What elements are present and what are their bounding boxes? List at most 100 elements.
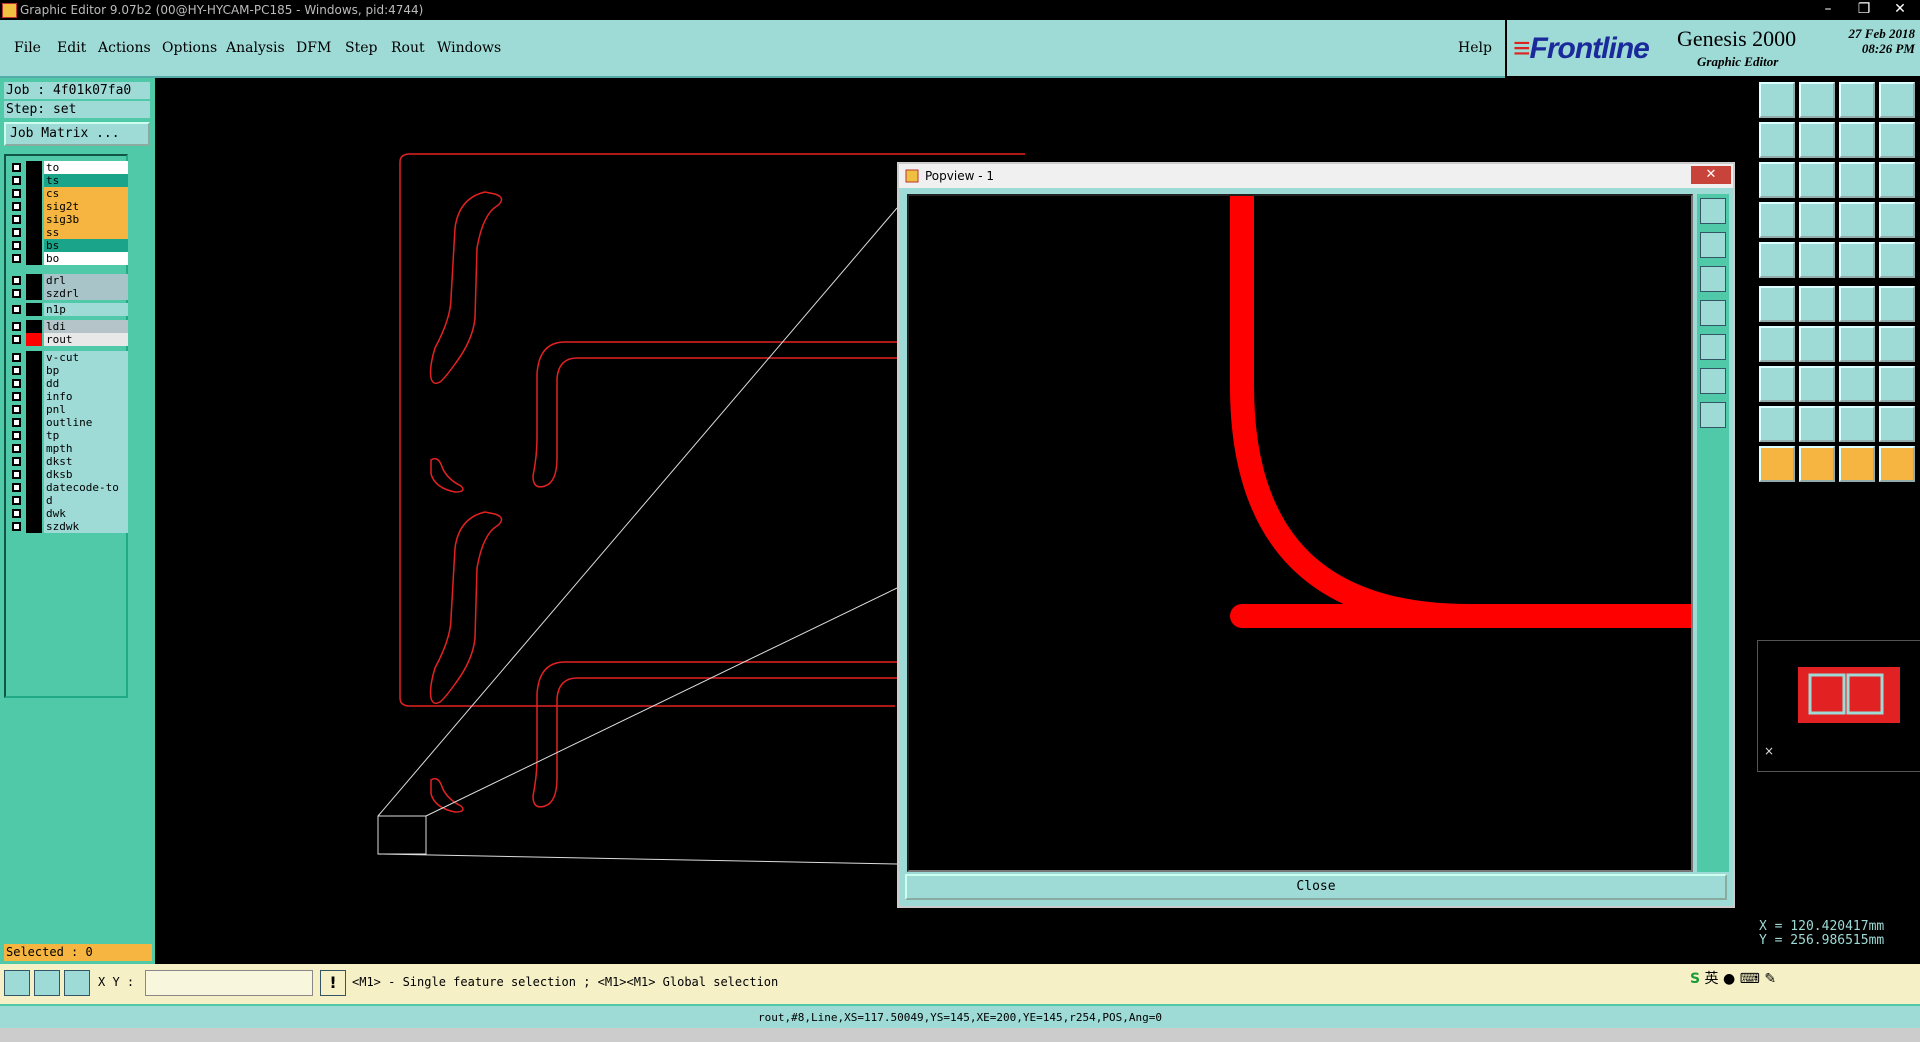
layer-row[interactable]: datecode-to	[8, 481, 128, 495]
node-icon[interactable]	[1759, 366, 1795, 402]
layer-checkbox[interactable]	[12, 431, 21, 440]
home-icon[interactable]	[1839, 82, 1875, 118]
snap-icon[interactable]	[4, 970, 30, 996]
zoom-left-icon[interactable]	[1700, 300, 1726, 326]
job-matrix-button[interactable]: Job Matrix ...	[4, 122, 150, 146]
pad-icon[interactable]	[1759, 242, 1795, 278]
xy-input[interactable]	[145, 970, 313, 996]
zoom-in-icon[interactable]	[1759, 82, 1795, 118]
layer-checkbox[interactable]	[12, 392, 21, 401]
layer-row[interactable]: info	[8, 390, 128, 404]
zoom-home-icon[interactable]	[1700, 368, 1726, 394]
layer-name[interactable]: pnl	[44, 403, 128, 416]
shape-icon[interactable]	[1799, 242, 1835, 278]
popview-close-button[interactable]: Close	[905, 874, 1727, 900]
layer-name[interactable]: tp	[44, 429, 128, 442]
layer-checkbox[interactable]	[12, 289, 21, 298]
menu-dfm[interactable]: DFM	[296, 40, 331, 56]
measure-icon[interactable]	[1839, 242, 1875, 278]
layer-name[interactable]: ts	[44, 174, 128, 187]
layer-name[interactable]: to	[44, 161, 128, 174]
layer-name[interactable]: drl	[44, 274, 128, 287]
angle-icon[interactable]	[64, 970, 90, 996]
layer-row[interactable]: drl	[8, 274, 128, 288]
layer-checkbox[interactable]	[12, 163, 21, 172]
layer-name[interactable]: bs	[44, 239, 128, 252]
layer-checkbox[interactable]	[12, 176, 21, 185]
menu-help[interactable]: Help	[1458, 40, 1492, 56]
layer-row[interactable]: cs	[8, 187, 128, 201]
layer-row[interactable]: ts	[8, 174, 128, 188]
text-c-icon[interactable]	[1879, 406, 1915, 442]
layer-sort-icon[interactable]	[1879, 202, 1915, 238]
window-icon[interactable]	[1879, 82, 1915, 118]
layer-name[interactable]: v-cut	[44, 351, 128, 364]
snap-icon[interactable]	[1759, 202, 1795, 238]
copy-icon[interactable]	[1879, 286, 1915, 322]
layer-row[interactable]: dksb	[8, 468, 128, 482]
layer-name[interactable]: outline	[44, 416, 128, 429]
layer-row[interactable]: to	[8, 161, 128, 175]
layer-row[interactable]: v-cut	[8, 351, 128, 365]
layer-row[interactable]: bo	[8, 252, 128, 266]
layer-row[interactable]: d	[8, 494, 128, 508]
layer-name[interactable]: rout	[44, 333, 128, 346]
layer-name[interactable]: ldi	[44, 320, 128, 333]
layer-checkbox[interactable]	[12, 483, 21, 492]
zoom-fit-icon[interactable]	[1700, 198, 1726, 224]
layer-row[interactable]: sig3b	[8, 213, 128, 227]
layer-name[interactable]: szdrl	[44, 287, 128, 300]
layer-name[interactable]: dd	[44, 377, 128, 390]
menu-actions[interactable]: Actions	[98, 40, 151, 56]
pan-icon[interactable]	[1799, 162, 1835, 198]
zoom-in-icon[interactable]	[1700, 232, 1726, 258]
layer-row[interactable]: pnl	[8, 403, 128, 417]
fit-icon[interactable]	[1759, 162, 1795, 198]
layer-row[interactable]: n1p	[8, 303, 128, 317]
zoom-page-icon[interactable]	[1700, 402, 1726, 428]
layer-row[interactable]: szdwk	[8, 520, 128, 534]
scale-icon[interactable]	[1839, 162, 1875, 198]
layer-checkbox[interactable]	[12, 276, 21, 285]
grid-icon[interactable]	[34, 970, 60, 996]
layer-name[interactable]: d	[44, 494, 128, 507]
layer-name[interactable]: cs	[44, 187, 128, 200]
select-alt-icon[interactable]	[1799, 446, 1835, 482]
layer-row[interactable]: sig2t	[8, 200, 128, 214]
menu-edit[interactable]: Edit	[57, 40, 86, 56]
layer-color-icon[interactable]	[1839, 202, 1875, 238]
menu-windows[interactable]: Windows	[437, 40, 501, 56]
zoom-back-icon[interactable]	[1839, 122, 1875, 158]
dimension-icon[interactable]	[1839, 366, 1875, 402]
layer-row[interactable]: bp	[8, 364, 128, 378]
layer-name[interactable]: sig2t	[44, 200, 128, 213]
layer-checkbox[interactable]	[12, 335, 21, 344]
select-feature-icon[interactable]	[1839, 446, 1875, 482]
menu-options[interactable]: Options	[162, 40, 217, 56]
layer-name[interactable]: sig3b	[44, 213, 128, 226]
zoom-page-icon[interactable]	[1879, 122, 1915, 158]
ime-settings-icon[interactable]: ✎	[1764, 971, 1776, 987]
zoom-out-icon[interactable]	[1799, 82, 1835, 118]
slant-icon[interactable]	[1799, 326, 1835, 362]
layer-row[interactable]: rout	[8, 333, 128, 347]
board-thumbnail[interactable]: ×	[1757, 640, 1920, 772]
zoom-left-icon[interactable]	[1759, 122, 1795, 158]
layer-checkbox[interactable]	[12, 189, 21, 198]
text-b-icon[interactable]	[1839, 406, 1875, 442]
text-icon[interactable]	[1759, 406, 1795, 442]
layer-row[interactable]: szdrl	[8, 287, 128, 301]
layer-name[interactable]: datecode-to	[44, 481, 128, 494]
popview-close-icon[interactable]: ✕	[1691, 166, 1731, 184]
layer-checkbox[interactable]	[12, 457, 21, 466]
layer-row[interactable]: dkst	[8, 455, 128, 469]
menu-step[interactable]: Step	[345, 40, 377, 56]
maximize-button[interactable]: ❐	[1846, 0, 1882, 18]
layer-name[interactable]: dwk	[44, 507, 128, 520]
layer-checkbox[interactable]	[12, 496, 21, 505]
layer-checkbox[interactable]	[12, 241, 21, 250]
layer-row[interactable]: tp	[8, 429, 128, 443]
grid-icon[interactable]	[1799, 202, 1835, 238]
close-window-button[interactable]: ✕	[1882, 0, 1918, 18]
layer-name[interactable]: mpth	[44, 442, 128, 455]
